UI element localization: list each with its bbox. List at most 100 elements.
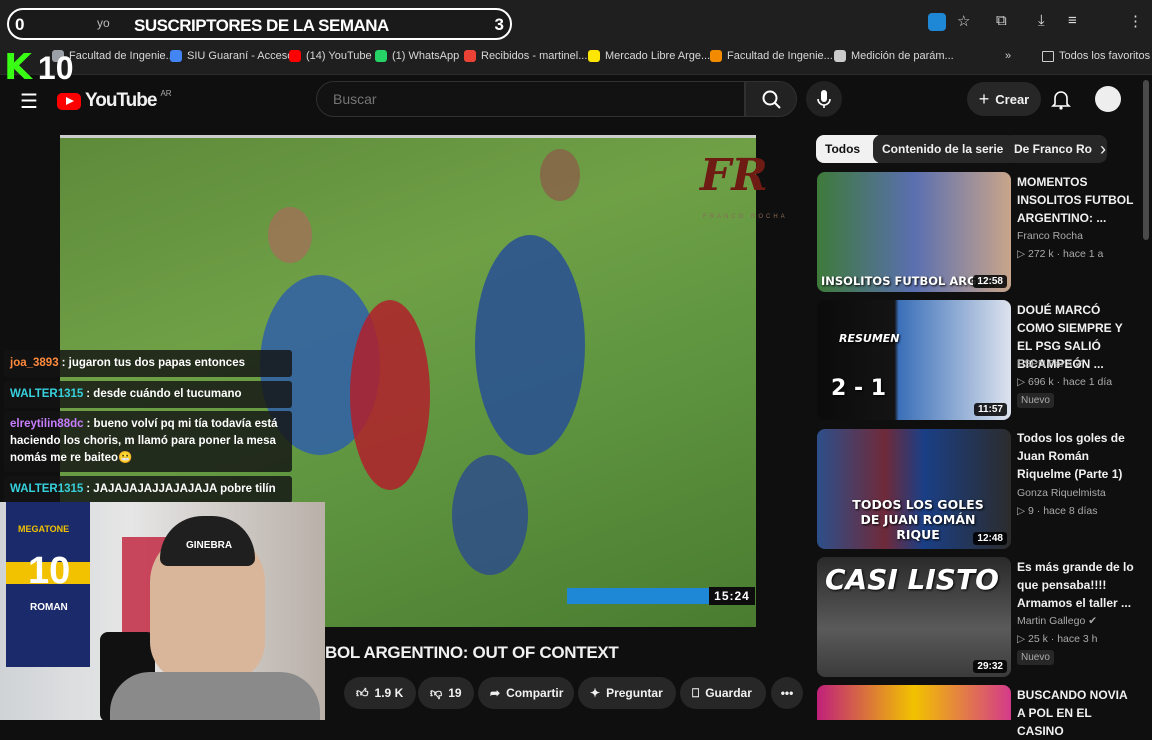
bookmarks-more-icon[interactable]: » bbox=[1005, 50, 1011, 62]
subs-right-count: 3 bbox=[494, 15, 504, 34]
hamburger-menu-icon[interactable]: ☰ bbox=[20, 89, 38, 114]
create-button[interactable]: + Crear bbox=[967, 82, 1041, 116]
bookmark-item[interactable]: Recibidos - martinel... bbox=[464, 50, 587, 62]
create-label: Crear bbox=[995, 91, 1030, 107]
youtube-play-icon bbox=[57, 92, 81, 110]
thumbnail-text: RESUMEN bbox=[839, 332, 900, 345]
related-channel[interactable]: Martin Gallego ✔ bbox=[1017, 615, 1097, 627]
related-thumbnail[interactable]: INSOLITOS FUTBOL ARGEN 12:58 bbox=[817, 172, 1011, 292]
avatar[interactable] bbox=[1095, 86, 1121, 112]
video-progress-bar[interactable] bbox=[567, 588, 709, 604]
search-box[interactable] bbox=[316, 81, 745, 117]
bookmark-item[interactable]: SIU Guaraní - Acceso bbox=[170, 50, 293, 62]
related-meta: ▷ 696 k · hace 1 día bbox=[1017, 376, 1113, 388]
share-icon: ➦ bbox=[490, 686, 501, 700]
related-meta: ▷ 9 · hace 8 días bbox=[1017, 505, 1098, 517]
related-thumbnail[interactable]: CASI LISTO 29:32 bbox=[817, 557, 1011, 677]
bookmark-item[interactable]: (14) YouTube bbox=[289, 50, 372, 62]
thumbnail-score: 2 - 1 bbox=[831, 376, 887, 401]
extensions-puzzle-icon[interactable]: ⧉ bbox=[996, 12, 1007, 29]
jersey: MEGATONE 10 ROMAN bbox=[6, 502, 90, 667]
verified-icon: ✔ bbox=[1088, 615, 1098, 627]
dislike-button[interactable]: 👎︎ 19 bbox=[418, 677, 474, 709]
related-meta: ▷ 272 k · hace 1 a bbox=[1017, 248, 1104, 260]
related-channel[interactable]: Gonza Riquelmista bbox=[1017, 487, 1106, 499]
bookmark-favicon-icon bbox=[464, 50, 476, 62]
chat-message: joa_3893: jugaron tus dos papas entonces bbox=[4, 350, 292, 377]
bookmark-item[interactable]: Medición de parám... bbox=[834, 50, 954, 62]
channel-name: Martin Gallego bbox=[1017, 615, 1086, 627]
related-title[interactable]: Todos los goles de Juan Román Riquelme (… bbox=[1017, 429, 1135, 483]
subscribers-overlay: 0 yo SUSCRIPTORES DE LA SEMANA 3 bbox=[7, 8, 512, 40]
notifications-button[interactable] bbox=[1048, 86, 1074, 112]
chip-channel[interactable]: De Franco Ro bbox=[1005, 135, 1107, 163]
bookmark-icon: ⎕ bbox=[692, 685, 700, 700]
views: 272 k bbox=[1028, 248, 1054, 260]
related-channel[interactable]: Franco Rocha bbox=[1017, 230, 1083, 242]
chip-series[interactable]: Contenido de la serie bbox=[873, 135, 1016, 163]
related-thumbnail[interactable]: RESUMEN 2 - 1 11:57 bbox=[817, 300, 1011, 420]
bookmark-label: (14) YouTube bbox=[306, 50, 372, 62]
bookmark-label: Facultad de Ingenie... bbox=[69, 50, 175, 62]
bookmark-label: SIU Guaraní - Acceso bbox=[187, 50, 294, 62]
folder-icon bbox=[1042, 50, 1054, 62]
chat-user: joa_3893 bbox=[10, 357, 59, 369]
video-duration: 11:57 bbox=[973, 403, 1007, 416]
viewer-count: 10 bbox=[37, 50, 74, 86]
menu-kebab-icon[interactable]: ⋮ bbox=[1128, 12, 1143, 30]
all-bookmarks-link[interactable]: Todos los favoritos bbox=[1042, 50, 1150, 62]
video-duration: 12:58 bbox=[973, 275, 1007, 288]
webcam-feed: MEGATONE 10 ROMAN GINEBRA bbox=[0, 502, 325, 720]
bookmark-label: (1) WhatsApp bbox=[392, 50, 460, 62]
new-badge: Nuevo bbox=[1017, 650, 1054, 665]
ask-button[interactable]: ✦ Preguntar bbox=[578, 677, 676, 709]
thumbs-down-icon: 👎︎ bbox=[430, 685, 443, 700]
views: 25 k bbox=[1028, 633, 1048, 645]
chat-message: WALTER1315: desde cuándo el tucumano bbox=[4, 381, 292, 408]
save-button[interactable]: ⎕ Guardar bbox=[680, 677, 766, 709]
related-title[interactable]: BUSCANDO NOVIA A POL EN EL CASINO bbox=[1017, 686, 1135, 740]
bookmark-item[interactable]: Facultad de Ingenie... bbox=[710, 50, 833, 62]
search-button[interactable] bbox=[745, 81, 797, 117]
extension-icon[interactable] bbox=[928, 13, 946, 31]
plus-icon: + bbox=[978, 88, 990, 109]
bookmark-label: Facultad de Ingenie... bbox=[727, 50, 833, 62]
bookmark-favicon-icon bbox=[289, 50, 301, 62]
related-title[interactable]: Es más grande de lo que pensaba!!!! Arma… bbox=[1017, 558, 1135, 612]
views: 696 k bbox=[1028, 376, 1054, 388]
related-thumbnail[interactable]: TODOS LOS GOLES DE JUAN ROMÁN RIQUE 12:4… bbox=[817, 429, 1011, 549]
like-button[interactable]: 👍︎ 1.9 K bbox=[344, 677, 416, 709]
chat-message: elreytilin88dc: bueno volví pq mi tía to… bbox=[4, 411, 292, 472]
chevron-right-icon[interactable]: › bbox=[1100, 139, 1106, 160]
age: hace 1 a bbox=[1063, 248, 1104, 260]
bookmark-star-icon[interactable]: ☆ bbox=[957, 12, 970, 30]
youtube-logo[interactable]: YouTube AR bbox=[57, 88, 172, 112]
bookmarks-bar: Facultad de Ingenie... SIU Guaraní - Acce… bbox=[0, 44, 1152, 75]
all-bookmarks-label: Todos los favoritos bbox=[1059, 50, 1151, 62]
related-title[interactable]: MOMENTOS INSOLITOS FUTBOL ARGENTINO: ... bbox=[1017, 173, 1135, 227]
bookmark-item[interactable]: Mercado Libre Arge... bbox=[588, 50, 710, 62]
bookmark-item[interactable]: (1) WhatsApp bbox=[375, 50, 459, 62]
save-label: Guardar bbox=[705, 686, 752, 700]
chat-text: : jugaron tus dos papas entonces bbox=[61, 357, 245, 369]
youtube-wordmark: YouTube bbox=[85, 90, 157, 111]
region-code: AR bbox=[160, 88, 172, 98]
views: 9 bbox=[1028, 505, 1034, 517]
chat-user: WALTER1315 bbox=[10, 483, 84, 495]
more-actions-button[interactable]: ••• bbox=[771, 677, 803, 709]
voice-search-button[interactable] bbox=[806, 81, 842, 117]
download-icon[interactable]: ⤓ bbox=[1038, 12, 1045, 29]
chat-text: : desde cuándo el tucumano bbox=[86, 388, 242, 400]
video-time: 15:24 bbox=[709, 587, 755, 605]
more-icon: ••• bbox=[780, 686, 794, 700]
search-input[interactable] bbox=[331, 90, 735, 108]
share-button[interactable]: ➦ Compartir bbox=[478, 677, 574, 709]
cap-text: GINEBRA bbox=[186, 540, 233, 551]
media-control-icon[interactable]: ≡ bbox=[1068, 12, 1077, 29]
new-badge: Nuevo bbox=[1017, 393, 1054, 408]
related-thumbnail[interactable] bbox=[817, 685, 1011, 720]
related-channel[interactable]: ESPN Fans ✔ bbox=[1017, 358, 1084, 370]
scrollbar[interactable] bbox=[1143, 80, 1149, 240]
url-fragment: yo bbox=[97, 16, 110, 30]
bookmark-favicon-icon bbox=[834, 50, 846, 62]
